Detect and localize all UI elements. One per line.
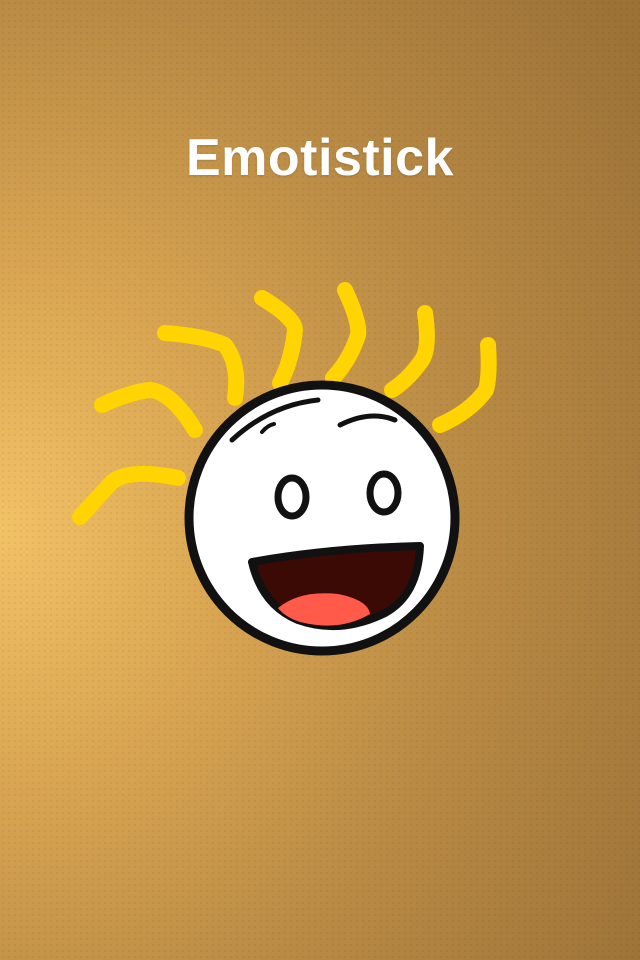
right-eye — [366, 470, 402, 516]
face — [184, 380, 460, 656]
ray — [432, 337, 497, 433]
splash-screen: Emotistick — [0, 0, 640, 960]
ray — [72, 465, 186, 525]
left-eye — [274, 474, 310, 520]
ray — [325, 282, 367, 386]
ray — [384, 305, 435, 398]
ray — [254, 290, 303, 391]
app-title: Emotistick — [186, 129, 454, 187]
ray — [157, 325, 245, 406]
happy-face-with-sun-rays-icon — [72, 282, 497, 656]
ray — [94, 382, 203, 438]
